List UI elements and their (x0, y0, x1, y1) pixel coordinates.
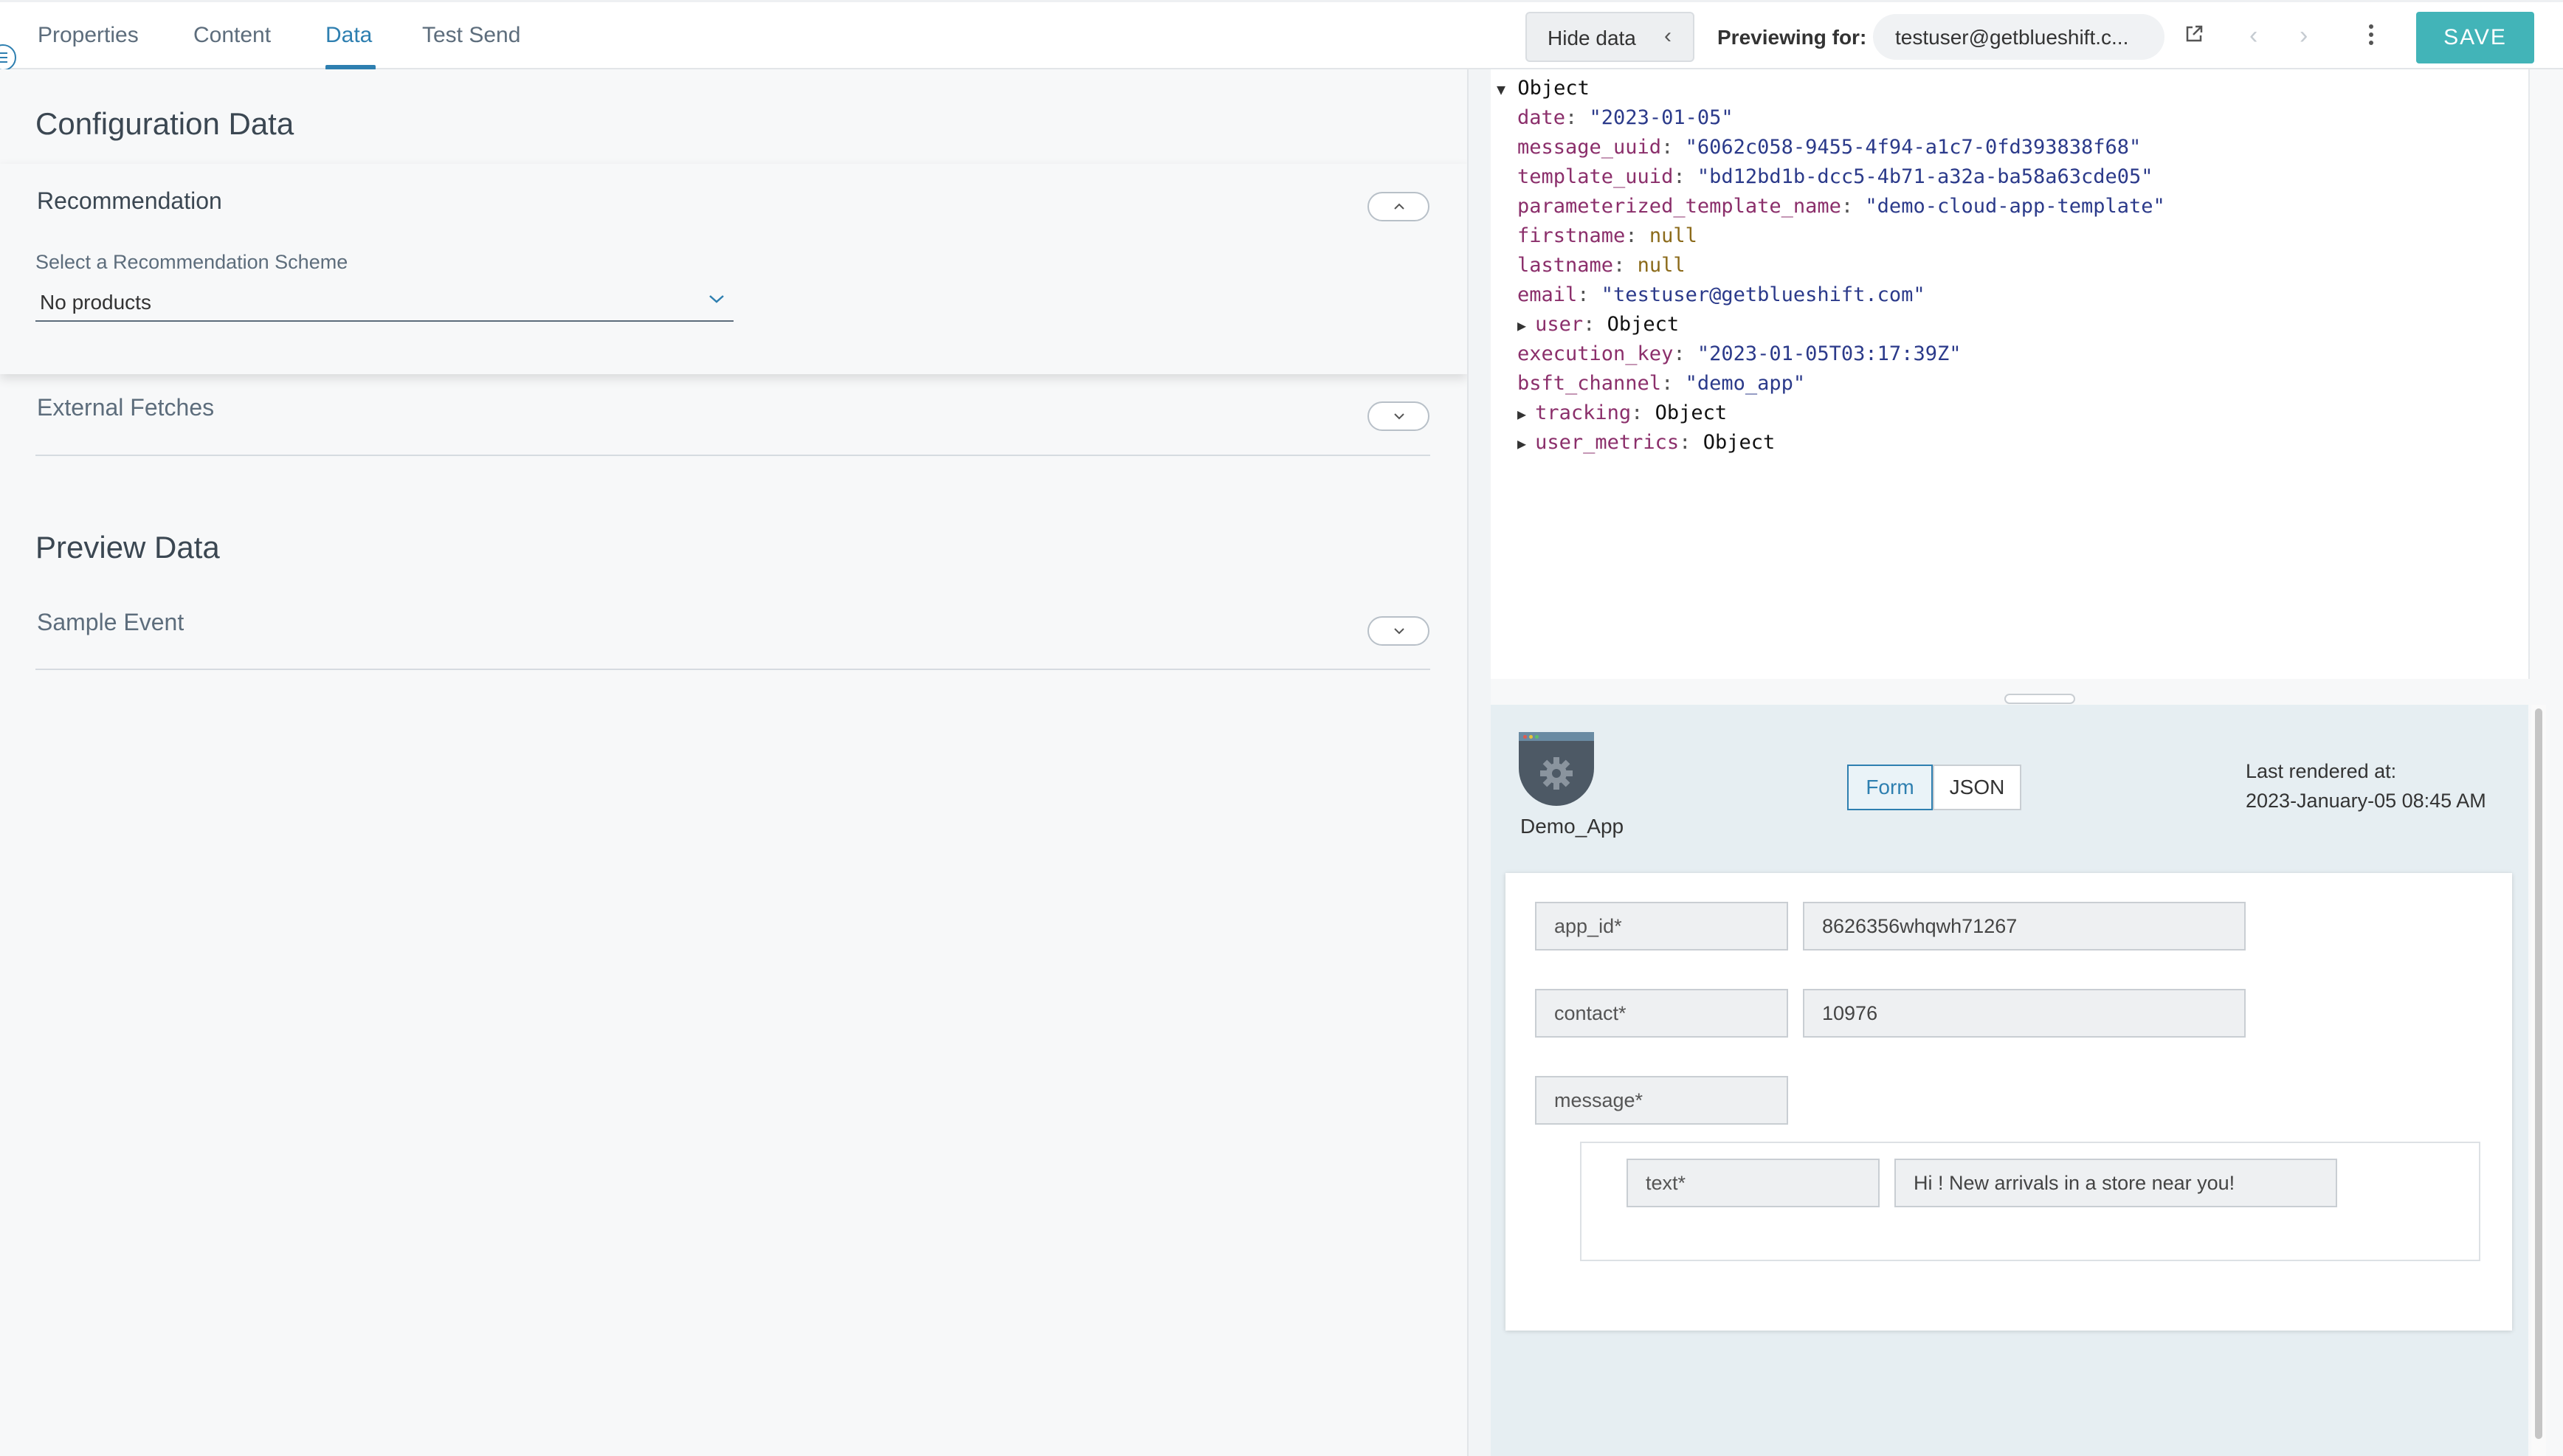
json-value: "demo-cloud-app-template" (1865, 195, 2165, 218)
json-line: bsft_channel: "demo_app" (1517, 372, 1806, 395)
json-value: Object (1655, 401, 1728, 424)
json-view-button[interactable]: JSON (1933, 765, 2021, 810)
hide-data-label: Hide data (1548, 27, 1636, 49)
json-viewer: ▼ Object date: "2023-01-05" message_uuid:… (1491, 69, 2530, 679)
json-value: null (1649, 224, 1697, 247)
json-key: parameterized_template_name (1517, 195, 1841, 218)
expand-external-fetches-button[interactable] (1367, 401, 1429, 431)
form-view-button[interactable]: Form (1847, 765, 1933, 810)
json-line: date: "2023-01-05" (1517, 106, 1734, 129)
json-value: "2023-01-05T03:17:39Z" (1697, 342, 1962, 365)
json-key: date (1517, 106, 1566, 129)
json-key: user (1535, 313, 1584, 336)
caret-down-icon: ▼ (1497, 80, 1506, 98)
json-line: parameterized_template_name: "demo-cloud… (1517, 195, 2165, 218)
hide-data-button[interactable]: Hide data ‹ (1525, 12, 1694, 62)
configuration-data-title: Configuration Data (35, 106, 294, 141)
last-rendered-label: Last rendered at: (2246, 760, 2397, 782)
tab-properties[interactable]: Properties (38, 23, 139, 48)
json-value: "6062c058-9455-4f94-a1c7-0fd393838f68" (1685, 136, 2142, 159)
previous-user-icon[interactable]: ‹ (2249, 21, 2257, 50)
chevron-down-icon (1394, 628, 1404, 635)
json-line: firstname: null (1517, 224, 1697, 247)
json-value: Object (1607, 313, 1680, 336)
text-label: text* (1627, 1159, 1880, 1207)
app-icon (1519, 732, 1594, 806)
json-key: tracking (1535, 401, 1632, 424)
scrollbar[interactable] (2531, 705, 2546, 1456)
json-line: execution_key: "2023-01-05T03:17:39Z" (1517, 342, 1962, 365)
json-key: lastname (1517, 254, 1614, 277)
left-panel: Configuration Data Recommendation Select… (0, 69, 1467, 1456)
json-value: "testuser@getblueshift.com" (1601, 283, 1925, 306)
json-value: null (1637, 254, 1686, 277)
json-key: user_metrics (1535, 431, 1680, 454)
sample-event-title: Sample Event (37, 609, 184, 635)
external-fetches-title: External Fetches (37, 394, 215, 421)
json-line[interactable]: ▶ user_metrics: Object (1517, 431, 1775, 454)
json-value: "2023-01-05" (1589, 106, 1734, 129)
resize-handle[interactable] (2004, 694, 2075, 704)
message-label: message* (1535, 1076, 1788, 1125)
divider (35, 455, 1430, 456)
collapse-recommendation-button[interactable] (1367, 192, 1429, 221)
external-link-icon[interactable] (2184, 24, 2204, 44)
scheme-label: Select a Recommendation Scheme (35, 251, 348, 273)
app-id-label: app_id* (1535, 902, 1788, 950)
tab-test-send[interactable]: Test Send (422, 23, 520, 48)
json-line[interactable]: ▶ tracking: Object (1517, 401, 1727, 424)
last-rendered-value: 2023-January-05 08:45 AM (2246, 790, 2486, 812)
json-key: template_uuid (1517, 165, 1674, 188)
chevron-left-icon: ‹ (1664, 24, 1672, 48)
json-value: Object (1703, 431, 1776, 454)
json-line: email: "testuser@getblueshift.com" (1517, 283, 1925, 306)
tab-content[interactable]: Content (193, 23, 271, 48)
chevron-up-icon (1394, 203, 1404, 210)
previewing-for-label: Previewing for: (1717, 26, 1867, 49)
json-key: firstname (1517, 224, 1626, 247)
top-bar: Properties Content Data Test Send Hide d… (0, 0, 2563, 70)
next-user-icon[interactable]: › (2300, 21, 2308, 50)
json-key: bsft_channel (1517, 372, 1662, 395)
preview-user-value: testuser@getblueshift.c... (1895, 26, 2129, 49)
caret-right-icon: ▶ (1517, 405, 1536, 423)
recommendation-scheme-select[interactable]: No products (35, 282, 734, 322)
json-key: email (1517, 283, 1578, 306)
recommendation-card: Recommendation Select a Recommendation S… (0, 164, 1467, 374)
contact-label: contact* (1535, 989, 1788, 1038)
text-field[interactable]: Hi ! New arrivals in a store near you! (1894, 1159, 2337, 1207)
app-name: Demo_App (1520, 815, 1624, 838)
json-value: "demo_app" (1685, 372, 1806, 395)
scheme-value: No products (40, 291, 151, 314)
json-line: lastname: null (1517, 254, 1686, 277)
json-key: execution_key (1517, 342, 1674, 365)
json-value: "bd12bd1b-dcc5-4b71-a32a-ba58a63cde05" (1697, 165, 2153, 188)
json-root[interactable]: ▼ Object (1497, 77, 1590, 100)
gear-icon (1540, 757, 1573, 790)
json-line[interactable]: ▶ user: Object (1517, 313, 1679, 336)
preview-data-title: Preview Data (35, 530, 220, 565)
more-options-icon[interactable] (2369, 24, 2375, 46)
json-line: template_uuid: "bd12bd1b-dcc5-4b71-a32a-… (1517, 165, 2153, 188)
tab-data[interactable]: Data (325, 23, 372, 48)
panel-divider[interactable] (1467, 69, 1491, 1456)
preview-user-select[interactable]: testuser@getblueshift.c... (1873, 14, 2164, 60)
caret-right-icon: ▶ (1517, 435, 1536, 452)
save-button[interactable]: SAVE (2416, 12, 2534, 63)
app-id-field[interactable]: 8626356whqwh71267 (1803, 902, 2246, 950)
chevron-down-icon (709, 295, 724, 303)
json-line: message_uuid: "6062c058-9455-4f94-a1c7-0… (1517, 136, 2142, 159)
chevron-down-icon (1394, 413, 1404, 420)
contact-field[interactable]: 10976 (1803, 989, 2246, 1038)
json-key: message_uuid (1517, 136, 1662, 159)
caret-right-icon: ▶ (1517, 317, 1536, 334)
recommendation-title: Recommendation (37, 187, 222, 214)
expand-sample-event-button[interactable] (1367, 616, 1429, 646)
divider (35, 669, 1430, 670)
